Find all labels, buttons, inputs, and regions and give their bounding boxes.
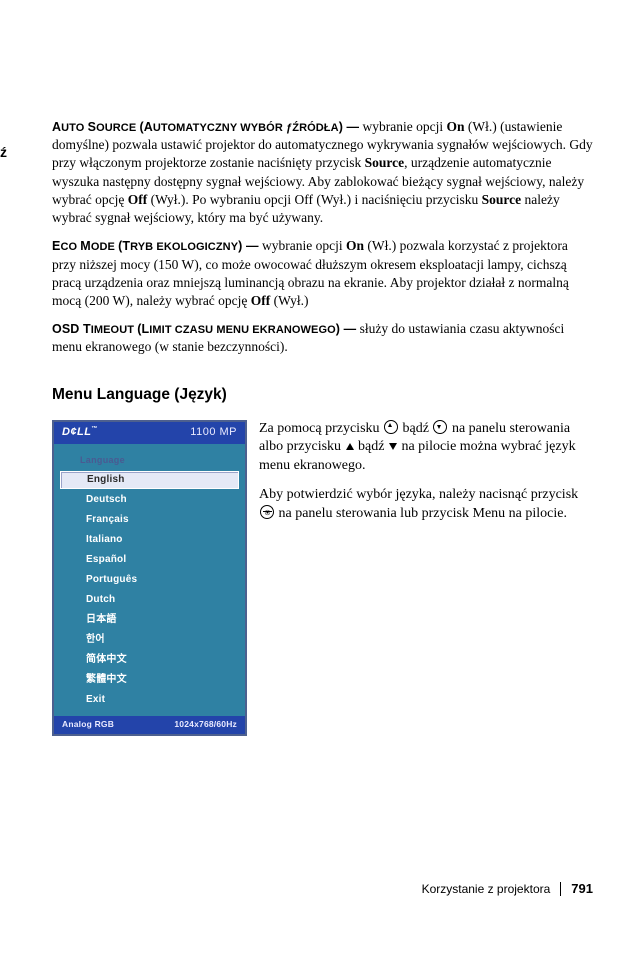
osd-language-menu: D¢LL™ 1100 MP Language English Deutsch F…	[52, 420, 247, 736]
panel-menu-icon	[260, 505, 274, 519]
menu-item[interactable]: 繁體中文	[54, 670, 245, 690]
osd-timeout-label: OSD TIMEOUT (LIMIT CZASU MENU EKRANOWEGO…	[52, 324, 356, 336]
paragraph-eco-mode: ECO MODE (TRYB EKOLOGICZNY) — wybranie o…	[52, 237, 593, 310]
paragraph-auto-source: AUTO SOURCE (AUTOMATYCZNY WYBÓR ƒŹRÓDŁA)…	[52, 118, 593, 227]
menu-item[interactable]: Dutch	[54, 590, 245, 610]
remote-down-icon	[389, 443, 397, 450]
menu-item[interactable]: 日本語	[54, 610, 245, 630]
menu-item[interactable]: Español	[54, 550, 245, 570]
menu-item[interactable]: 한어	[54, 630, 245, 650]
status-signal: Analog RGB	[62, 719, 114, 730]
paragraph-select-language: Za pomocą przycisku bądź na panelu stero…	[259, 420, 593, 477]
footer-section-title: Korzystanie z projektora	[422, 881, 551, 897]
heading-menu-language: Menu Language (Język)	[52, 385, 593, 406]
page-footer: Korzystanie z projektora 791	[422, 880, 593, 898]
panel-up-icon	[384, 420, 398, 434]
menu-section-label: Language	[54, 450, 245, 470]
remote-up-icon	[346, 443, 354, 450]
paragraph-osd-timeout: OSD TIMEOUT (LIMIT CZASU MENU EKRANOWEGO…	[52, 320, 593, 356]
cut-off-heading: ź	[0, 143, 7, 162]
model-number: 1100 MP	[98, 425, 237, 440]
page-content: AUTO SOURCE (AUTOMATYCZNY WYBÓR ƒŹRÓDŁA)…	[0, 0, 636, 736]
status-resolution: 1024x768/60Hz	[174, 719, 237, 730]
paragraph-confirm-language: Aby potwierdzić wybór języka, należy nac…	[259, 486, 593, 524]
menu-item[interactable]: Italiano	[54, 530, 245, 550]
menu-item[interactable]: Português	[54, 570, 245, 590]
menu-item[interactable]: Français	[54, 510, 245, 530]
auto-source-label: AUTO SOURCE (AUTOMATYCZNY WYBÓR ƒŹRÓDŁA)…	[52, 122, 359, 134]
menu-item[interactable]: 简体中文	[54, 650, 245, 670]
right-column: Za pomocą przycisku bądź na panelu stero…	[259, 420, 593, 534]
footer-separator	[560, 882, 561, 896]
menu-item[interactable]: Deutsch	[54, 490, 245, 510]
panel-down-icon	[433, 420, 447, 434]
page-number: 791	[571, 880, 593, 898]
menu-body: Language English Deutsch Français Italia…	[54, 444, 245, 716]
menu-item-exit[interactable]: Exit	[54, 690, 245, 710]
eco-mode-label: ECO MODE (TRYB EKOLOGICZNY) —	[52, 241, 259, 253]
menu-item[interactable]: English	[60, 471, 239, 489]
dell-logo: D¢LL™	[62, 425, 98, 440]
menu-titlebar: D¢LL™ 1100 MP	[54, 422, 245, 444]
menu-status-bar: Analog RGB 1024x768/60Hz	[54, 716, 245, 734]
